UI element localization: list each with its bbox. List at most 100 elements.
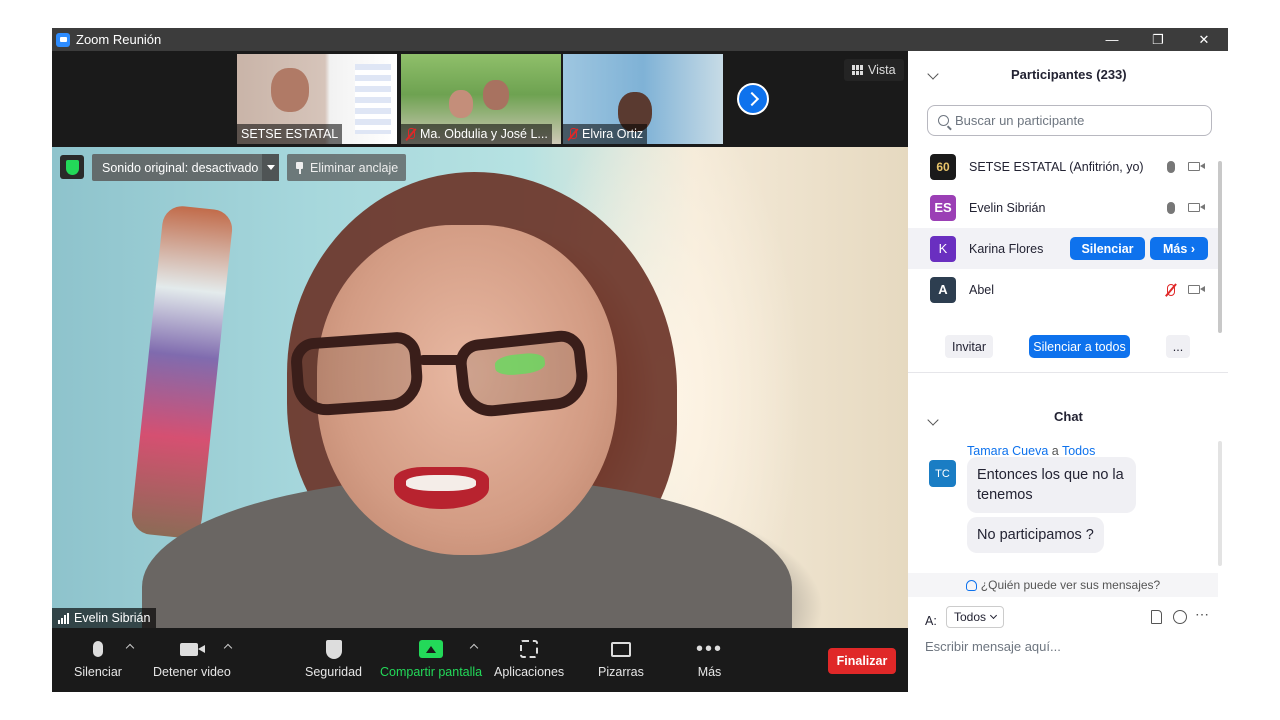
end-meeting-button[interactable]: Finalizar xyxy=(828,648,896,674)
pin-icon xyxy=(295,161,304,174)
mute-button[interactable]: Silenciar xyxy=(74,636,122,679)
close-button[interactable]: ✕ xyxy=(1181,28,1227,51)
more-button[interactable]: ••• Más xyxy=(696,636,723,679)
participants-more-button[interactable]: ... xyxy=(1166,335,1190,358)
background-lanyard xyxy=(129,204,235,540)
restore-button[interactable]: ❐ xyxy=(1135,28,1181,51)
original-sound-dropdown[interactable] xyxy=(262,154,279,181)
camera-off-icon[interactable] xyxy=(1188,162,1205,171)
whiteboards-button[interactable]: Pizarras xyxy=(598,636,644,679)
stop-video-label: Detener video xyxy=(153,665,231,679)
file-icon[interactable] xyxy=(1151,610,1162,624)
mute-all-button[interactable]: Silenciar a todos xyxy=(1029,335,1130,358)
encryption-shield-icon[interactable] xyxy=(60,155,84,179)
who-can-see-messages-link[interactable]: ¿Quién puede ver sus mensajes? xyxy=(908,573,1218,597)
share-screen-button[interactable]: Compartir pantalla xyxy=(380,636,482,679)
participant-name: SETSE ESTATAL (Anfitrión, yo) xyxy=(969,159,1144,174)
stop-video-button[interactable]: Detener video xyxy=(153,636,231,679)
share-options-chevron-icon[interactable] xyxy=(469,642,479,652)
chat-sender-name: Tamara Cueva xyxy=(967,444,1049,458)
participant-name: Karina Flores xyxy=(969,241,1044,256)
title-bar: Zoom Reunión — ❐ ✕ xyxy=(52,28,1228,51)
mute-participant-button[interactable]: Silenciar xyxy=(1070,237,1145,260)
participant-name: Abel xyxy=(969,282,995,297)
chat-title: Chat xyxy=(1054,409,1083,424)
who-can-see-label: ¿Quién puede ver sus mensajes? xyxy=(980,578,1161,592)
remove-pin-label: Eliminar anclaje xyxy=(310,160,399,175)
chat-message[interactable]: Entonces los que no la tenemos xyxy=(967,457,1136,513)
remove-pin-button[interactable]: Eliminar anclaje xyxy=(287,154,407,181)
participant-row[interactable]: ES Evelin Sibrián xyxy=(908,187,1218,228)
minimize-button[interactable]: — xyxy=(1089,28,1135,51)
participant-scrollbar[interactable] xyxy=(1218,161,1222,333)
more-participant-button[interactable]: Más › xyxy=(1150,237,1208,260)
security-button[interactable]: Seguridad xyxy=(305,636,362,679)
thumbnail-strip: SETSE ESTATAL Ma. Obdulia y José L... El… xyxy=(52,51,908,147)
zoom-window: Zoom Reunión — ❐ ✕ SETSE ESTATAL Ma. Obd… xyxy=(52,28,1228,692)
meeting-toolbar: Silenciar Detener video Seguridad Compar… xyxy=(52,628,908,692)
video-options-chevron-icon[interactable] xyxy=(223,642,233,652)
video-thumbnail[interactable]: Elvira Ortiz xyxy=(563,54,723,144)
chat-message-input[interactable] xyxy=(925,639,1210,654)
person-icon xyxy=(965,579,977,591)
emoji-icon[interactable] xyxy=(1173,610,1187,624)
mic-muted-icon xyxy=(567,127,579,141)
security-label: Seguridad xyxy=(305,665,362,679)
chat-recipient-select[interactable]: Todos xyxy=(946,606,1005,628)
signal-strength-icon xyxy=(58,612,69,624)
participant-search-input[interactable]: Buscar un participante xyxy=(927,105,1212,136)
participant-row[interactable] xyxy=(908,310,1218,318)
video-thumbnail[interactable]: Ma. Obdulia y José L... xyxy=(401,54,561,144)
participant-row[interactable]: 60 SETSE ESTATAL (Anfitrión, yo) xyxy=(908,146,1218,187)
audio-options-chevron-icon[interactable] xyxy=(125,642,135,652)
avatar xyxy=(930,317,956,318)
avatar: K xyxy=(930,235,956,262)
chat-more-icon[interactable]: ⋯ xyxy=(1195,606,1209,623)
more-dots-icon: ••• xyxy=(696,638,724,660)
thumbnail-person xyxy=(449,90,473,118)
thumbnail-name: Elvira Ortiz xyxy=(563,124,648,144)
chat-message-header: Tamara Cueva a Todos xyxy=(967,444,1095,458)
participant-row[interactable]: A Abel xyxy=(908,269,1218,310)
speaker-mouth xyxy=(394,467,489,509)
original-sound-button[interactable]: Sonido original: desactivado xyxy=(92,154,262,181)
mic-muted-icon[interactable] xyxy=(1167,283,1175,296)
active-speaker-name: Evelin Sibrián xyxy=(52,608,157,628)
search-icon xyxy=(938,115,949,126)
chat-scrollbar[interactable] xyxy=(1218,441,1222,566)
camera-off-icon[interactable] xyxy=(1188,203,1205,212)
apps-button[interactable]: Aplicaciones xyxy=(494,636,564,679)
window-title: Zoom Reunión xyxy=(76,32,162,47)
invite-button[interactable]: Invitar xyxy=(945,335,993,358)
apps-icon xyxy=(520,640,539,658)
participant-row[interactable]: K Karina Flores Silenciar Más › xyxy=(908,228,1218,269)
chat-recipient-value: Todos xyxy=(954,610,987,624)
microphone-icon[interactable] xyxy=(1167,201,1175,214)
whiteboard-icon xyxy=(610,641,631,657)
thumbnail-name: SETSE ESTATAL xyxy=(237,124,343,144)
video-thumbnail[interactable]: SETSE ESTATAL xyxy=(237,54,397,144)
speaker-glasses xyxy=(289,328,612,420)
more-label: Más xyxy=(697,665,722,679)
panel-divider xyxy=(908,372,1228,373)
microphone-icon[interactable] xyxy=(1167,160,1175,173)
chat-to-label: A: xyxy=(925,614,937,628)
chat-message[interactable]: No participamos ? xyxy=(967,517,1104,553)
search-placeholder: Buscar un participante xyxy=(955,113,1085,128)
view-button[interactable]: Vista xyxy=(844,59,904,81)
next-page-arrow-icon[interactable] xyxy=(737,83,769,115)
avatar: 60 xyxy=(930,153,956,180)
avatar: A xyxy=(930,276,956,303)
participant-name: Evelin Sibrián xyxy=(969,200,1046,215)
avatar: ES xyxy=(930,194,956,221)
share-screen-label: Compartir pantalla xyxy=(380,665,483,679)
thumbnail-person xyxy=(271,68,309,112)
thumbnail-name: Ma. Obdulia y José L... xyxy=(401,124,552,144)
camera-off-icon[interactable] xyxy=(1188,285,1205,294)
share-screen-icon xyxy=(419,640,444,658)
thumbnail-person xyxy=(483,80,509,110)
mute-label: Silenciar xyxy=(74,665,122,679)
microphone-icon xyxy=(92,641,103,657)
collapse-participants-chevron-icon[interactable] xyxy=(927,68,939,80)
collapse-chat-chevron-icon[interactable] xyxy=(927,414,939,426)
